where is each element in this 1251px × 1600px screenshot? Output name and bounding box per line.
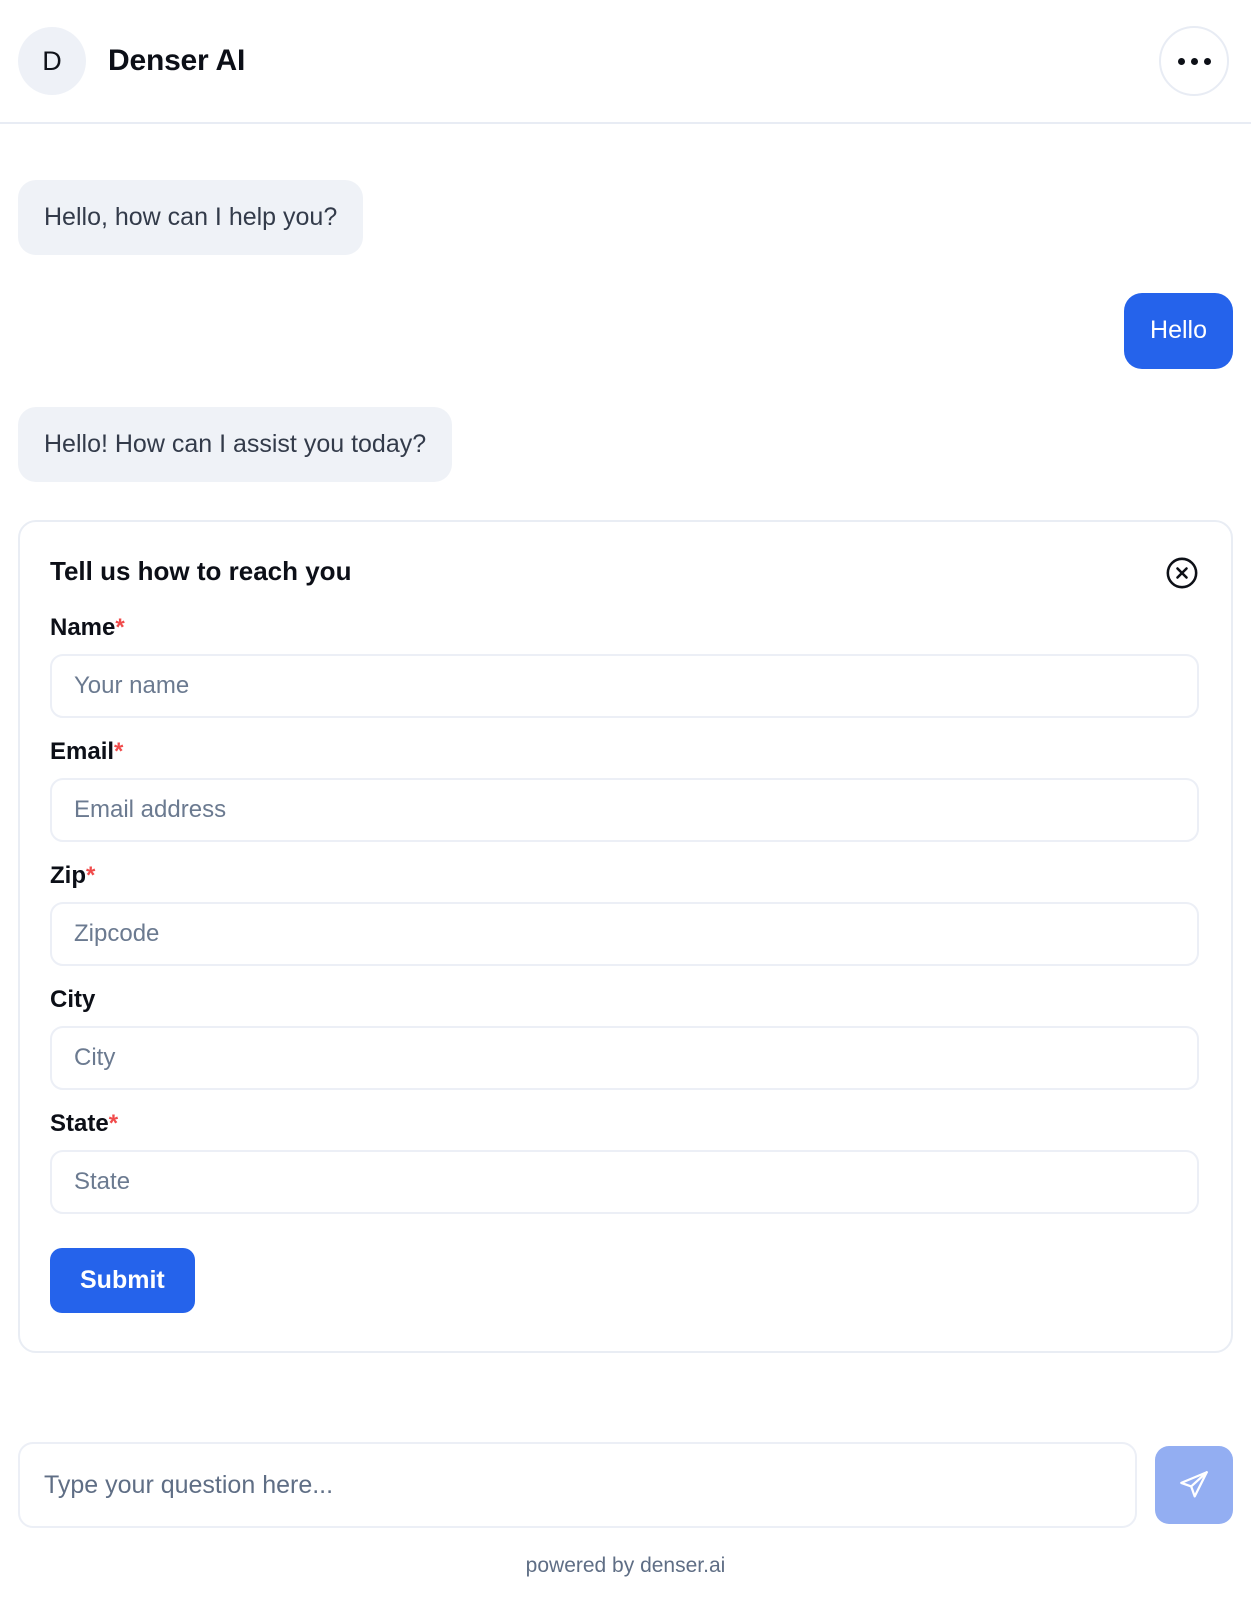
required-marker: * — [108, 1109, 119, 1137]
composer — [18, 1442, 1233, 1528]
zip-input[interactable] — [50, 901, 1199, 966]
send-button[interactable] — [1155, 1446, 1233, 1524]
field-label-text: City — [50, 985, 96, 1013]
send-paper-plane-icon — [1180, 1471, 1208, 1498]
composer-area: powered by denser.ai — [0, 1442, 1251, 1600]
page-title: Denser AI — [108, 44, 246, 77]
widget-header: D Denser AI — [0, 0, 1251, 124]
powered-by-footer: powered by denser.ai — [525, 1554, 726, 1577]
field-label-text: State — [50, 1109, 109, 1137]
email-input[interactable] — [50, 777, 1199, 842]
ellipsis-icon — [1177, 57, 1185, 65]
message-row: Hello, how can I help you? — [18, 180, 1233, 256]
ellipsis-menu-button[interactable] — [1159, 26, 1229, 96]
required-marker: * — [114, 737, 124, 765]
contact-form-card: Tell us how to reach you Name* Email* Zi… — [18, 519, 1233, 1353]
avatar: D — [18, 27, 86, 95]
field-city: City — [50, 986, 1199, 1090]
ellipsis-icon — [1190, 57, 1198, 65]
close-circle-icon[interactable] — [1165, 556, 1199, 590]
question-input[interactable] — [18, 1442, 1137, 1528]
field-label-state: State* — [50, 1110, 1199, 1138]
bot-message-bubble: Hello, how can I help you? — [18, 180, 364, 256]
field-label-city: City — [50, 986, 1199, 1014]
field-name: Name* — [50, 614, 1199, 718]
field-zip: Zip* — [50, 862, 1199, 966]
field-email: Email* — [50, 738, 1199, 842]
field-label-text: Name — [50, 613, 116, 641]
name-input[interactable] — [50, 653, 1199, 718]
field-label-email: Email* — [50, 738, 1199, 766]
field-state: State* — [50, 1110, 1199, 1214]
field-label-name: Name* — [50, 614, 1199, 642]
avatar-initial: D — [42, 45, 62, 76]
field-label-text: Zip — [50, 861, 86, 889]
field-label-text: Email — [50, 737, 115, 765]
message-list: Hello, how can I help you? Hello Hello! … — [0, 124, 1251, 1442]
bot-message-bubble: Hello! How can I assist you today? — [18, 406, 453, 482]
user-message-bubble: Hello — [1124, 293, 1233, 369]
submit-button[interactable]: Submit — [50, 1247, 195, 1313]
state-input[interactable] — [50, 1149, 1199, 1214]
contact-form-title: Tell us how to reach you — [50, 555, 352, 586]
chat-widget: D Denser AI Hello, how can I help you? H… — [0, 0, 1251, 1600]
message-row: Hello — [18, 293, 1233, 369]
contact-form-header: Tell us how to reach you — [50, 556, 1199, 590]
ellipsis-icon — [1203, 57, 1211, 65]
required-marker: * — [86, 861, 96, 889]
message-row: Hello! How can I assist you today? — [18, 406, 1233, 482]
city-input[interactable] — [50, 1025, 1199, 1090]
required-marker: * — [115, 613, 125, 641]
field-label-zip: Zip* — [50, 862, 1199, 890]
